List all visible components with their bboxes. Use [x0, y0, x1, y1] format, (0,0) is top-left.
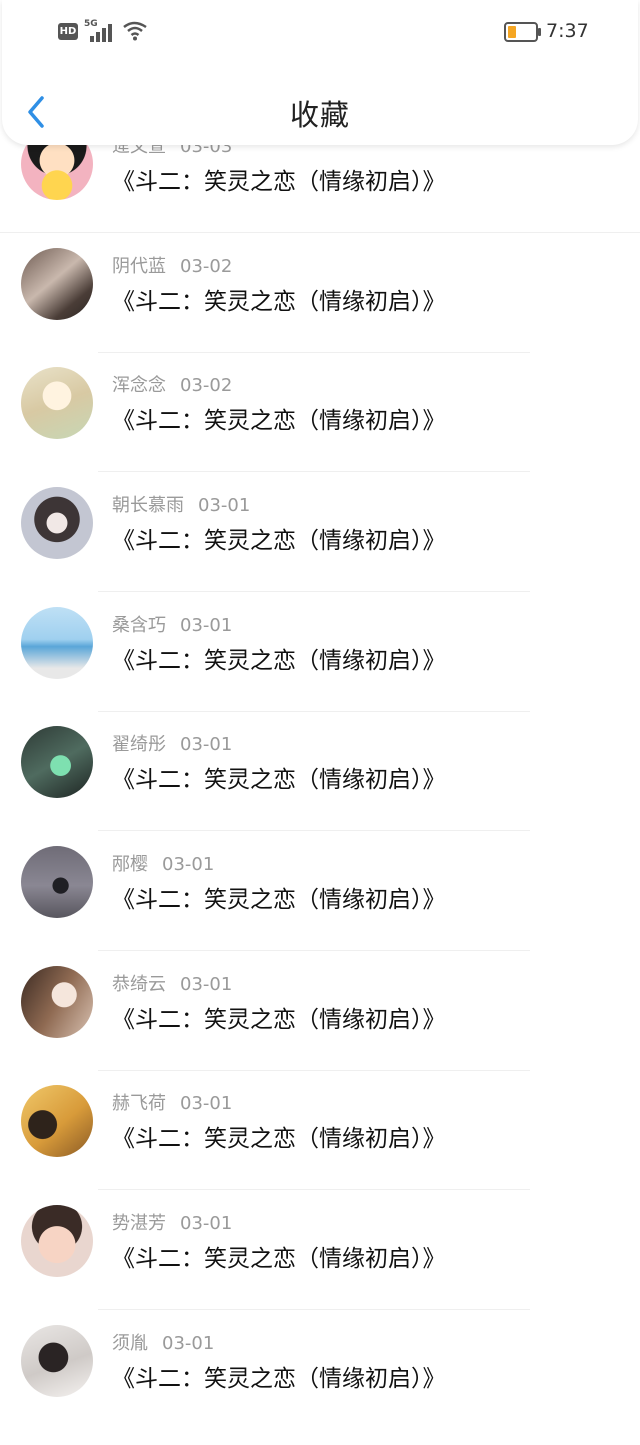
divider	[98, 711, 530, 712]
avatar	[21, 1205, 93, 1277]
avatar	[21, 248, 93, 320]
battery-icon	[504, 22, 541, 42]
divider	[98, 591, 530, 592]
header: HD 5G 7:37 收藏	[2, 0, 638, 145]
avatar	[21, 726, 93, 798]
item-title: 《斗二：笑灵之恋（情缘初启）》	[112, 767, 446, 793]
divider	[98, 352, 530, 353]
item-title: 《斗二：笑灵之恋（情缘初启）》	[112, 1126, 446, 1152]
author-name: 赫飞荷	[112, 1093, 166, 1114]
post-date: 03-02	[180, 375, 233, 396]
divider	[0, 232, 640, 233]
item-title: 《斗二：笑灵之恋（情缘初启）》	[112, 1366, 446, 1392]
post-date: 03-01	[180, 1093, 233, 1114]
author-name: 须胤	[112, 1333, 148, 1354]
item-title: 《斗二：笑灵之恋（情缘初启）》	[112, 1246, 446, 1272]
list-item[interactable]: 恭绮云 03-01 《斗二：笑灵之恋（情缘初启）》	[0, 966, 640, 1086]
divider	[98, 1189, 530, 1190]
avatar	[21, 367, 93, 439]
avatar	[21, 846, 93, 918]
item-title: 《斗二：笑灵之恋（情缘初启）》	[112, 1007, 446, 1033]
favorites-list[interactable]: 逄文萱 03-03 《斗二：笑灵之恋（情缘初启）》 阴代蓝 03-02 《斗二：笑灵…	[0, 0, 640, 1422]
list-item[interactable]: 邴樱 03-01 《斗二：笑灵之恋（情缘初启）》	[0, 846, 640, 966]
author-name: 桑含巧	[112, 615, 166, 636]
item-title: 《斗二：笑灵之恋（情缘初启）》	[112, 408, 446, 434]
post-date: 03-01	[180, 615, 233, 636]
item-title: 《斗二：笑灵之恋（情缘初启）》	[112, 887, 446, 913]
page-title: 收藏	[289, 98, 350, 132]
list-item[interactable]: 浑念念 03-02 《斗二：笑灵之恋（情缘初启）》	[0, 367, 640, 487]
author-name: 朝长慕雨	[112, 495, 184, 516]
divider	[98, 471, 530, 472]
avatar	[21, 966, 93, 1038]
author-name: 浑念念	[112, 375, 166, 396]
post-date: 03-01	[162, 1333, 215, 1354]
divider	[98, 950, 530, 951]
author-name: 恭绮云	[112, 974, 166, 995]
item-title: 《斗二：笑灵之恋（情缘初启）》	[112, 648, 446, 674]
list-item[interactable]: 须胤 03-01 《斗二：笑灵之恋（情缘初启）》	[0, 1325, 640, 1445]
post-date: 03-01	[198, 495, 251, 516]
post-date: 03-01	[180, 1213, 233, 1234]
author-name: 势湛芳	[112, 1213, 166, 1234]
author-name: 邴樱	[112, 854, 148, 875]
author-name: 翟绮彤	[112, 734, 166, 755]
list-item[interactable]: 桑含巧 03-01 《斗二：笑灵之恋（情缘初启）》	[0, 607, 640, 727]
item-title: 《斗二：笑灵之恋（情缘初启）》	[112, 289, 446, 315]
signal-icon	[90, 24, 112, 42]
author-name: 阴代蓝	[112, 256, 166, 277]
avatar	[21, 1325, 93, 1397]
wifi-icon	[123, 21, 147, 41]
divider	[98, 1070, 530, 1071]
item-title: 《斗二：笑灵之恋（情缘初启）》	[112, 169, 446, 195]
hd-badge: HD	[58, 23, 78, 40]
post-date: 03-01	[162, 854, 215, 875]
post-date: 03-01	[180, 974, 233, 995]
divider	[98, 830, 530, 831]
list-item[interactable]: 逄文萱 03-03 《斗二：笑灵之恋（情缘初启）》	[0, 128, 640, 248]
post-date: 03-01	[180, 734, 233, 755]
status-bar: HD 5G 7:37	[2, 0, 638, 62]
list-item[interactable]: 朝长慕雨 03-01 《斗二：笑灵之恋（情缘初启）》	[0, 487, 640, 607]
list-item[interactable]: 赫飞荷 03-01 《斗二：笑灵之恋（情缘初启）》	[0, 1085, 640, 1205]
avatar	[21, 487, 93, 559]
clock: 7:37	[546, 20, 589, 42]
list-item[interactable]: 翟绮彤 03-01 《斗二：笑灵之恋（情缘初启）》	[0, 726, 640, 846]
post-date: 03-02	[180, 256, 233, 277]
item-title: 《斗二：笑灵之恋（情缘初启）》	[112, 528, 446, 554]
divider	[98, 1309, 530, 1310]
list-item[interactable]: 阴代蓝 03-02 《斗二：笑灵之恋（情缘初启）》	[0, 248, 640, 368]
avatar	[21, 607, 93, 679]
list-item[interactable]: 势湛芳 03-01 《斗二：笑灵之恋（情缘初启）》	[0, 1205, 640, 1325]
avatar	[21, 1085, 93, 1157]
